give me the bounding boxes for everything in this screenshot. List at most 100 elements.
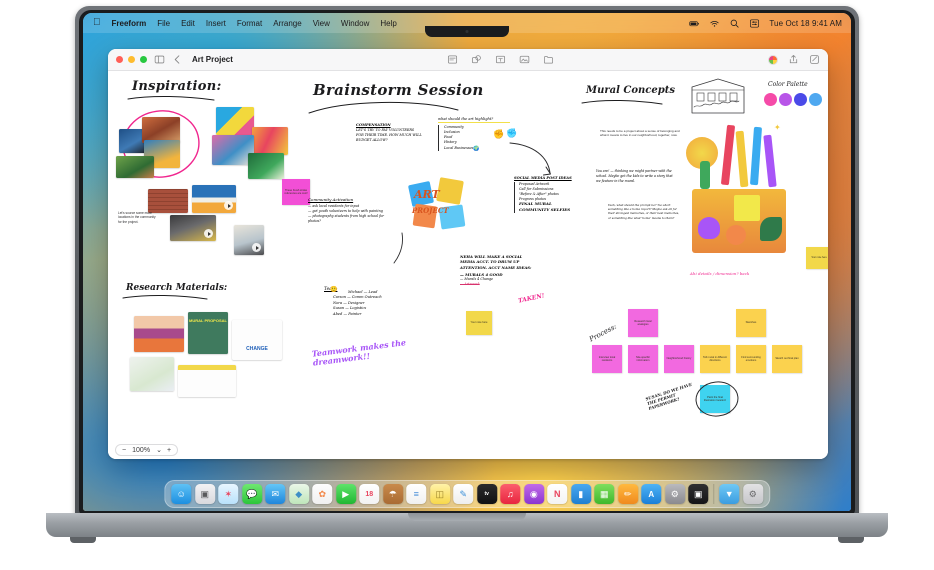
menu-item-edit[interactable]: Edit [181,19,195,28]
photo-group[interactable] [116,156,154,178]
photo-mural-2[interactable] [252,127,288,155]
note-community-activation[interactable]: Community Activation — ask local residen… [308,197,390,224]
dock-item-messages[interactable]: 💬 [241,484,262,504]
photo-mural-1[interactable] [216,107,254,135]
research-doc-mural-proposal[interactable]: MURAL PROPOSAL [188,312,228,354]
dock-item-pages[interactable]: ✏ [617,484,638,504]
sticky-7[interactable]: Sketch out final plan [772,345,802,373]
sticky-0[interactable]: Research local analogies [628,309,658,337]
note-source-locations[interactable]: Let's source some more locations in the … [118,211,160,224]
dock-item-keynote[interactable]: ▮ [570,484,591,504]
menu-item-format[interactable]: Format [237,19,262,28]
dock-item-calendar[interactable]: 18 [359,484,380,504]
menu-item-insert[interactable]: Insert [206,19,226,28]
dock-item-safari[interactable]: ✶ [218,484,239,504]
dock-item-photos[interactable]: ✿ [312,484,333,504]
apple-menu-icon[interactable]:  [93,18,101,28]
photo-brick-wall[interactable] [148,189,188,213]
share-icon[interactable] [788,54,799,65]
note-team[interactable]: Team: Michael — Lead Carson — Comm Outre… [324,277,396,317]
menu-item-view[interactable]: View [313,19,330,28]
dock-item-freeform[interactable]: ✎ [453,484,474,504]
dock-item-reminders[interactable]: ≡ [406,484,427,504]
close-button[interactable] [116,56,123,63]
dock-item-app-store[interactable]: A [641,484,662,504]
research-doc-map[interactable] [130,357,174,391]
maximize-button[interactable] [140,56,147,63]
research-doc-change[interactable]: CHANGE [232,320,282,360]
menu-item-freeform[interactable]: Freeform [112,19,147,28]
swatch-pink[interactable] [764,93,777,106]
note-belonging[interactable]: This needs to be a project about a sense… [600,129,680,137]
note-teamwork[interactable]: Teamwork makes the dreamwork!! [311,336,422,368]
dock-item-downloads[interactable]: ▼ [719,484,740,504]
photo-mural-4[interactable] [248,153,284,179]
freeform-canvas[interactable]: Inspiration: These brush stroke referenc… [108,71,828,441]
dock-item-tv[interactable]: tv [476,484,497,504]
dock-item-numbers[interactable]: ▦ [594,484,615,504]
photo-video-person[interactable] [234,225,264,255]
note-prompt-question[interactable]: Yeah, what should the prompt be? Too sho… [608,203,680,220]
search-icon[interactable] [729,18,740,29]
sticky-note-icon[interactable] [447,54,458,65]
note-compensation[interactable]: COMPENSATION LET'S TRY TO PAY VOLUNTEERS… [356,123,422,143]
back-chevron-icon[interactable] [172,54,183,65]
building-sketch[interactable] [688,77,748,117]
dock-item-notes[interactable]: ◫ [429,484,450,504]
minimize-button[interactable] [128,56,135,63]
photo-video-sunset[interactable] [192,185,236,213]
zoom-in-button[interactable]: + [167,447,171,454]
mural-illustration[interactable]: ✦ [684,121,796,265]
sticky-6[interactable]: Find surrounding emotions [736,345,766,373]
menu-item-window[interactable]: Window [341,19,369,28]
note-social-media[interactable]: SOCIAL MEDIA POST IDEAS Proposed Artwork… [514,176,586,213]
zoom-out-button[interactable]: − [122,447,126,454]
note-school-partnership[interactable]: You are! — thinking we might partner wit… [596,169,676,184]
zoom-chevron-down-icon[interactable]: ⌄ [156,446,162,454]
research-doc-photo[interactable] [134,316,184,352]
swatch-lightblue[interactable] [809,93,822,106]
collaborate-icon[interactable] [768,54,778,65]
swatch-blue[interactable] [794,93,807,106]
sidebar-toggle-icon[interactable] [154,54,165,65]
dock-item-music[interactable]: ♫ [500,484,521,504]
new-note-icon[interactable] [809,54,820,65]
dock-item-screenshot[interactable]: ▣ [688,484,709,504]
art-project-graphic[interactable]: ART PROJECT [407,177,470,231]
shapes-icon[interactable] [471,54,482,65]
swatch-purple[interactable] [779,93,792,106]
dock-item-podcasts[interactable]: ◉ [523,484,544,504]
sticky-2[interactable]: Site-specific information [628,345,658,373]
sticky-3[interactable]: Neighborhood history [664,345,694,373]
sticky-blank-yellow[interactable]: Your note here [466,311,492,335]
dock-item-finder[interactable]: ☺ [171,484,192,504]
dock-item-trash[interactable]: ⚙ [742,484,763,504]
dock-item-news[interactable]: N [547,484,568,504]
sticky-4[interactable]: Sketches [736,309,766,337]
color-palette-swatches[interactable] [764,93,822,106]
insert-file-icon[interactable] [543,54,554,65]
zoom-level-value[interactable]: 100% [131,447,151,454]
media-icon[interactable] [519,54,530,65]
play-icon[interactable] [224,201,233,210]
dock-item-maps[interactable]: ◆ [288,484,309,504]
sticky-edge-note[interactable]: Your note here [806,247,828,269]
menu-item-arrange[interactable]: Arrange [273,19,301,28]
menu-item-help[interactable]: Help [380,19,396,28]
play-icon[interactable] [252,243,261,252]
sticky-brush-refs[interactable]: These brush stroke references are cool! [282,179,310,205]
text-box-icon[interactable] [495,54,506,65]
dock-item-contacts[interactable]: ☂ [382,484,403,504]
note-social-account[interactable]: NEHA WILL MAKE A SOCIAL MEDIA ACCT. TO D… [460,254,536,287]
zoom-control[interactable]: − 100% ⌄ + [115,444,179,456]
dock-item-launchpad[interactable]: ▣ [194,484,215,504]
menu-item-file[interactable]: File [157,19,170,28]
menu-bar-clock[interactable]: Tue Oct 18 9:41 AM [769,19,842,28]
sticky-5[interactable]: Tell mural in different directions [700,345,730,373]
photo-video-street[interactable] [170,215,216,241]
research-doc-menu[interactable] [178,365,236,397]
dock-item-settings[interactable]: ⚙ [664,484,685,504]
control-center-icon[interactable] [749,18,760,29]
play-icon[interactable] [204,229,213,238]
dock-item-facetime[interactable]: ▶ [335,484,356,504]
